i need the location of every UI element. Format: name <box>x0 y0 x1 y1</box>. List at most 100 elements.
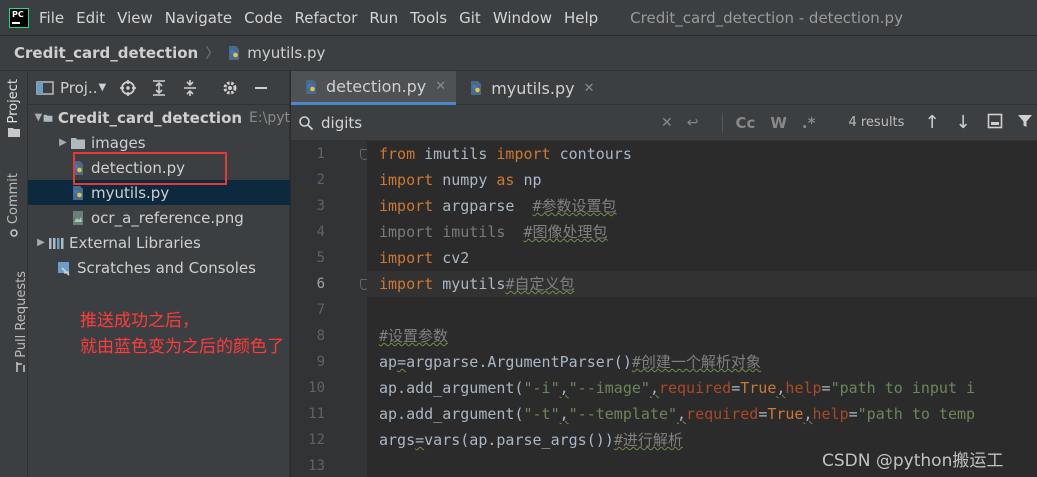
hide-panel-icon[interactable] <box>252 79 270 97</box>
menu-edit[interactable]: Edit <box>76 9 105 27</box>
annotation-line: 推送成功之后， <box>80 311 199 331</box>
code-line-10[interactable]: ap.add_argument("-i","--image",required=… <box>367 375 1037 401</box>
menu-file[interactable]: File <box>39 9 64 27</box>
menu-git[interactable]: Git <box>459 9 481 27</box>
chevron-right-icon[interactable]: ▶ <box>56 137 70 148</box>
highlight-box <box>73 152 227 185</box>
line-number: 7 <box>316 302 325 318</box>
project-view-icon <box>36 80 54 95</box>
find-bar: ✕ ↩ Cc W .* 4 results ↑ ↓ <box>291 105 1037 141</box>
previous-occurrence-icon[interactable]: ↑ <box>924 112 939 133</box>
tab-label: myutils.py <box>491 78 575 98</box>
tree-item-label: ocr_a_reference.png <box>91 208 244 227</box>
annotation-text: 推送成功之后， 就由蓝色变为之后的颜色了 <box>80 308 284 360</box>
match-case-button[interactable]: Cc <box>735 114 755 132</box>
tree-item-label: External Libraries <box>69 233 201 252</box>
close-icon[interactable]: ✕ <box>435 79 446 94</box>
code-line-2[interactable]: import numpy as np <box>367 167 1037 193</box>
line-number: 5 <box>316 250 325 266</box>
code-line-9[interactable]: ap=argparse.ArgumentParser()#创建一个解析对象 <box>367 349 1037 375</box>
python-file-icon <box>306 79 316 94</box>
folder-icon <box>71 137 85 149</box>
line-number: 13 <box>308 458 325 474</box>
line-number: 4 <box>316 224 325 240</box>
code-line-4[interactable]: import imutils #图像处理包 <box>367 219 1037 245</box>
tool-tab-commit[interactable]: Commit <box>6 173 21 238</box>
menu-view[interactable]: View <box>117 9 153 27</box>
python-file-icon <box>73 185 83 200</box>
editor-tabs: detection.py ✕ myutils.py ✕ <box>291 71 1037 105</box>
menu-window[interactable]: Window <box>493 9 552 27</box>
search-results-count: 4 results <box>848 115 905 130</box>
tool-tab-project[interactable]: Project <box>6 79 21 138</box>
menu-refactor[interactable]: Refactor <box>294 9 357 27</box>
code-line-3[interactable]: import argparse #参数设置包 <box>367 193 1037 219</box>
image-file-icon <box>73 210 83 225</box>
search-input[interactable] <box>321 109 661 136</box>
locate-target-icon[interactable] <box>119 79 137 97</box>
folder-icon <box>43 114 53 122</box>
line-number: 1 <box>316 146 325 162</box>
dropdown-arrow-icon[interactable]: ▼ <box>99 82 107 93</box>
new-line-icon[interactable]: ↩ <box>687 115 699 131</box>
code-line-11[interactable]: ap.add_argument("-t","--template",requir… <box>367 401 1037 427</box>
tree-item-label: Scratches and Consoles <box>77 258 256 277</box>
tab-myutils-py[interactable]: myutils.py ✕ <box>456 71 604 105</box>
code-line-6[interactable]: import myutils#自定义包 <box>367 271 1037 297</box>
project-root-path: E:\pyt <box>249 109 290 126</box>
search-icon[interactable] <box>291 115 321 131</box>
gear-icon[interactable] <box>221 79 239 97</box>
regex-button[interactable]: .* <box>802 114 816 132</box>
code-line-8[interactable]: #设置参数 <box>367 323 1037 349</box>
python-file-icon <box>471 81 482 95</box>
line-number: 3 <box>316 198 325 214</box>
menu-navigate[interactable]: Navigate <box>165 9 232 27</box>
close-icon[interactable]: ✕ <box>584 81 595 96</box>
navigation-bar: Credit_card_detection 〉 myutils.py <box>0 35 1037 71</box>
line-number: 10 <box>308 380 325 396</box>
chevron-down-icon[interactable]: ▼ <box>34 112 43 123</box>
code-editor[interactable]: from imutils import contours import nump… <box>367 141 1037 477</box>
project-toolbar: Proj.. ▼ <box>28 71 289 105</box>
menu-run[interactable]: Run <box>369 9 398 27</box>
expand-all-icon[interactable] <box>150 79 168 97</box>
line-number: 12 <box>308 432 325 448</box>
line-number: 11 <box>308 406 325 422</box>
tree-item-label: images <box>91 133 146 152</box>
line-number: 9 <box>316 354 325 370</box>
python-file-icon <box>229 46 240 60</box>
scratches-icon <box>58 261 70 276</box>
annotation-line: 就由蓝色变为之后的颜色了 <box>80 337 284 357</box>
tree-item-external-libraries[interactable]: ▶ External Libraries <box>28 230 201 255</box>
filter-icon[interactable] <box>1017 113 1033 133</box>
menu-help[interactable]: Help <box>564 9 598 27</box>
select-all-occurrences-icon[interactable] <box>987 113 1003 133</box>
tree-item-ocr-reference-png[interactable]: ocr_a_reference.png <box>28 205 244 230</box>
menu-tools[interactable]: Tools <box>410 9 447 27</box>
watermark: CSDN @python搬运工 <box>822 451 1004 471</box>
breadcrumb-project[interactable]: Credit_card_detection <box>14 44 198 62</box>
tree-root-project[interactable]: ▼ Credit_card_detection E:\pyt <box>28 105 290 130</box>
tab-label: detection.py <box>326 77 427 96</box>
window-title: Credit_card_detection - detection.py <box>630 8 903 27</box>
clear-search-icon[interactable]: ✕ <box>661 115 673 131</box>
project-view-selector[interactable]: Proj.. <box>60 79 98 97</box>
words-button[interactable]: W <box>770 114 787 132</box>
next-occurrence-icon[interactable]: ↓ <box>956 112 971 133</box>
menu-bar: PC File Edit View Navigate Code Refactor… <box>0 0 1037 35</box>
code-line-7[interactable] <box>367 297 1037 323</box>
chevron-right-icon[interactable]: ▶ <box>34 237 48 248</box>
code-line-5[interactable]: import cv2 <box>367 245 1037 271</box>
collapse-all-icon[interactable] <box>181 79 199 97</box>
line-number: 2 <box>316 172 325 188</box>
code-line-1[interactable]: from imutils import contours <box>367 141 1037 167</box>
menu-code[interactable]: Code <box>244 9 282 27</box>
tab-detection-py[interactable]: detection.py ✕ <box>291 71 457 105</box>
tree-item-scratches[interactable]: Scratches and Consoles <box>28 255 256 280</box>
commit-icon <box>9 229 18 237</box>
line-number: 8 <box>316 328 325 344</box>
divider <box>722 112 724 133</box>
project-panel: Proj.. ▼ ▼ Credit_card_detection E:\pyt … <box>28 71 290 477</box>
breadcrumb-file[interactable]: myutils.py <box>226 44 325 62</box>
line-number-current: 6 <box>316 276 325 292</box>
